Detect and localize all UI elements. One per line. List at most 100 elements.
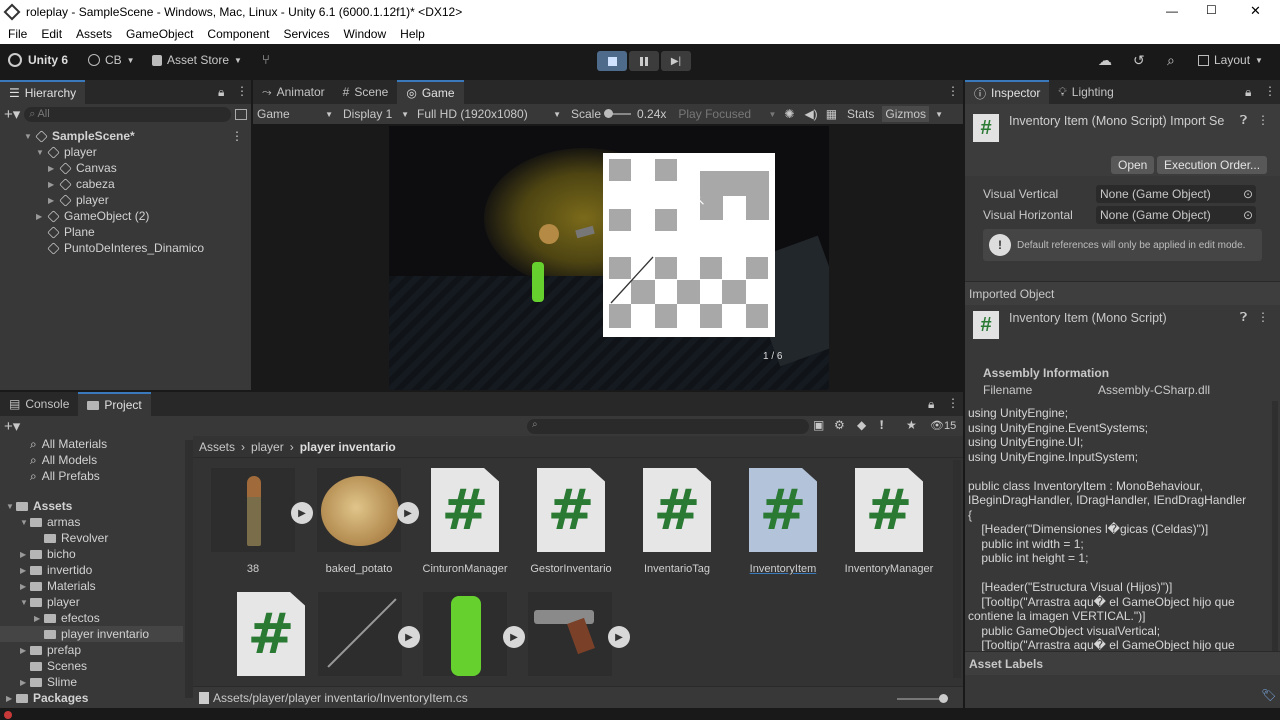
asset-item[interactable]: # CinturonManager (417, 468, 513, 575)
add-button[interactable]: +▾ (4, 105, 20, 123)
asset-item[interactable]: # InventoryItem (735, 468, 831, 575)
audio-icon[interactable]: ◀) (804, 107, 817, 121)
asset-store-dropdown[interactable]: Asset Store ▼ (152, 53, 242, 67)
hierarchy-item[interactable]: ▶ player (0, 192, 251, 208)
menu-help[interactable]: Help (400, 27, 425, 41)
chevron-right-icon[interactable]: ▶ (48, 164, 58, 173)
folder-item[interactable]: player inventario (0, 626, 183, 642)
hierarchy-item[interactable]: PuntoDeInteres_Dinamico (0, 240, 251, 256)
play-preview-icon[interactable]: ▶ (503, 626, 525, 648)
more-icon[interactable]: ⋮ (947, 84, 959, 98)
favorite-item[interactable]: ⌕ All Models (0, 452, 183, 468)
search-icon[interactable]: ⌕ (1167, 52, 1175, 69)
resolution-dropdown[interactable]: Full HD (1920x1080) ▼ (413, 107, 565, 121)
pause-button[interactable] (629, 51, 659, 71)
favorite-item[interactable]: ⌕ All Prefabs (0, 468, 183, 484)
more-icon[interactable]: ⋮ (1257, 113, 1269, 127)
project-search[interactable]: ⌕ (527, 419, 809, 434)
folder-item[interactable]: ▶ efectos (0, 610, 183, 626)
chevron-down-icon[interactable]: ▼ (935, 110, 943, 119)
more-icon[interactable]: ⋮ (1264, 84, 1276, 98)
asset-item[interactable]: # GestorInventario (523, 468, 619, 575)
breadcrumb-player-inventario[interactable]: player inventario (300, 440, 396, 454)
folder-item[interactable]: ▼ player (0, 594, 183, 610)
folder-item[interactable]: ▶ prefap (0, 642, 183, 658)
warning-filter-icon[interactable]: ❗︎ (880, 418, 883, 433)
object-field[interactable]: None (Game Object) ⊙ (1096, 206, 1256, 224)
folder-item[interactable]: ▶ invertido (0, 562, 183, 578)
display-dropdown[interactable]: Display 1 ▼ (337, 107, 413, 121)
chevron-right-icon[interactable]: ▶ (48, 196, 58, 205)
breadcrumb-assets[interactable]: Assets (199, 440, 235, 454)
asset-item[interactable]: # (223, 592, 319, 676)
menu-services[interactable]: Services (283, 27, 329, 41)
chevron-down-icon[interactable]: ▼ (36, 148, 46, 157)
hierarchy-search[interactable]: ⌕ All (24, 106, 231, 122)
more-icon[interactable]: ⋮ (231, 129, 243, 143)
chevron-right-icon[interactable]: ▶ (6, 694, 16, 703)
search-scope-icon[interactable]: ▣ (813, 418, 824, 432)
filter-icon[interactable] (235, 108, 247, 120)
tag-icon[interactable]: 🏷︎ (1261, 688, 1276, 702)
scale-slider[interactable] (604, 109, 632, 118)
scrollbar[interactable] (1272, 401, 1278, 651)
folder-item[interactable]: ▶ Materials (0, 578, 183, 594)
tree-scrollbar[interactable] (185, 440, 193, 698)
more-icon[interactable]: ⋮ (236, 84, 248, 98)
asset-item[interactable]: ▶ (318, 592, 420, 676)
tab-scene[interactable]: # Scene (334, 80, 398, 104)
asset-item[interactable]: ▶ (423, 592, 525, 676)
object-field[interactable]: None (Game Object) ⊙ (1096, 185, 1256, 203)
menu-file[interactable]: File (8, 27, 27, 41)
folder-item[interactable]: ▶ Slime (0, 674, 183, 690)
asset-item[interactable]: # InventarioTag (629, 468, 725, 575)
folder-item[interactable]: ▼ armas (0, 514, 183, 530)
version-control-icon[interactable]: ⑂ (262, 52, 270, 67)
label-filter-icon[interactable]: ◆ (857, 418, 866, 432)
step-button[interactable]: ▶| (661, 51, 691, 71)
chevron-down-icon[interactable]: ▼ (6, 502, 16, 511)
play-mode-dropdown[interactable]: Play Focused ▼ (678, 107, 776, 121)
chevron-right-icon[interactable]: ▶ (34, 614, 44, 623)
breadcrumb-player[interactable]: player (251, 440, 284, 454)
cloud-icon[interactable]: ☁ (1098, 52, 1112, 69)
menu-gameobject[interactable]: GameObject (126, 27, 193, 41)
slider-thumb[interactable] (939, 694, 948, 703)
minimize-button[interactable]: — (1166, 4, 1178, 18)
menu-window[interactable]: Window (343, 27, 386, 41)
gizmos-button[interactable]: Gizmos (882, 106, 930, 122)
stats-button[interactable]: Stats (847, 107, 874, 121)
play-preview-icon[interactable]: ▶ (608, 626, 630, 648)
menu-component[interactable]: Component (207, 27, 269, 41)
hierarchy-item[interactable]: ▶ Canvas (0, 160, 251, 176)
account-dropdown[interactable]: CB ▼ (88, 53, 135, 67)
tab-inspector[interactable]: ⓘ Inspector (965, 80, 1050, 104)
tab-hierarchy[interactable]: ☰ Hierarchy (0, 80, 86, 104)
type-filter-icon[interactable]: ⚙ (834, 418, 845, 432)
tab-game[interactable]: ◎ Game (397, 80, 464, 104)
hierarchy-item[interactable]: ▼ player (0, 144, 251, 160)
chevron-down-icon[interactable]: ▼ (20, 518, 30, 527)
favorite-icon[interactable]: ★ (906, 418, 917, 432)
tab-animator[interactable]: ⤳ Animator (253, 80, 334, 104)
more-icon[interactable]: ⋮ (947, 396, 959, 410)
favorite-item[interactable]: ⌕ All Materials (0, 436, 183, 452)
lock-icon[interactable]: 🔒︎ (928, 397, 934, 412)
game-mode-dropdown[interactable]: Game ▼ (253, 107, 337, 121)
chevron-right-icon[interactable]: ▶ (20, 646, 30, 655)
execution-order-button[interactable]: Execution Order... (1157, 156, 1268, 174)
target-icon[interactable]: ⊙ (1243, 185, 1253, 203)
hierarchy-item[interactable]: Plane (0, 224, 251, 240)
bug-icon[interactable]: ✺ (784, 107, 794, 121)
slider-thumb[interactable] (604, 109, 614, 118)
play-preview-icon[interactable]: ▶ (398, 626, 420, 648)
inventory-grid[interactable] (603, 153, 775, 337)
history-icon[interactable]: ↺ (1133, 52, 1145, 69)
chevron-right-icon[interactable]: ▶ (36, 212, 46, 221)
tab-console[interactable]: ▤ Console (0, 392, 78, 416)
chevron-right-icon[interactable]: ▶ (48, 180, 58, 189)
help-icon[interactable]: ❓︎ (1240, 113, 1247, 128)
folder-item[interactable]: Revolver (0, 530, 183, 546)
chevron-down-icon[interactable]: ▼ (24, 132, 34, 141)
close-button[interactable]: ✕ (1250, 3, 1261, 19)
